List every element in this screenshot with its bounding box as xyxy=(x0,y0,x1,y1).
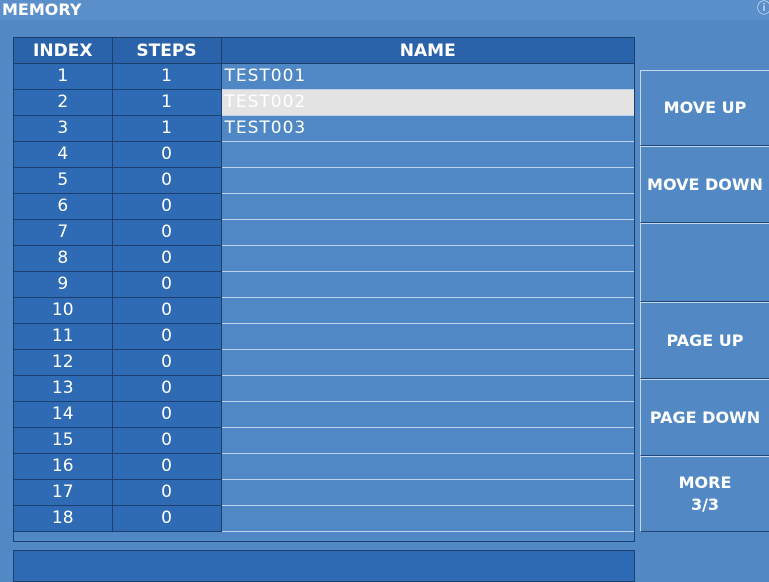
cell-index: 15 xyxy=(14,427,113,454)
info-icon: ⓘ xyxy=(757,1,769,17)
window-title: MEMORY xyxy=(2,0,82,19)
move-down-button[interactable]: MOVE DOWN xyxy=(640,146,769,223)
cell-name xyxy=(221,479,634,506)
cell-steps: 1 xyxy=(112,115,222,142)
cell-index: 16 xyxy=(14,453,113,480)
table-row[interactable]: 18 0 xyxy=(14,505,634,532)
cell-name xyxy=(221,427,634,454)
cell-index: 13 xyxy=(14,375,113,402)
cell-steps: 0 xyxy=(112,505,222,532)
cell-steps: 0 xyxy=(112,375,222,402)
cell-index: 4 xyxy=(14,141,113,168)
table-row[interactable]: 1 1 TEST001 xyxy=(14,63,634,90)
cell-index: 6 xyxy=(14,193,113,220)
cell-index: 12 xyxy=(14,349,113,376)
cell-name xyxy=(221,375,634,402)
cell-name xyxy=(221,297,634,324)
more-page-indicator: 3/3 xyxy=(690,495,720,514)
table-row[interactable]: 90 xyxy=(14,271,634,298)
cell-steps: 0 xyxy=(112,245,222,272)
cell-steps: 0 xyxy=(112,193,222,220)
column-header-index: INDEX xyxy=(14,38,113,64)
page-up-button[interactable]: PAGE UP xyxy=(640,302,769,379)
cell-name: TEST003 xyxy=(221,115,634,142)
move-down-label: MOVE DOWN xyxy=(647,174,763,194)
cell-index: 14 xyxy=(14,401,113,428)
table-row[interactable]: 17 0 xyxy=(14,479,634,506)
cell-index: 7 xyxy=(14,219,113,246)
cell-name xyxy=(221,141,634,168)
column-header-steps: STEPS xyxy=(112,38,222,64)
cell-steps: 1 xyxy=(112,63,222,90)
table-row[interactable]: 11 0 xyxy=(14,323,634,350)
cell-index: 10 xyxy=(14,297,113,324)
cell-steps: 0 xyxy=(112,401,222,428)
cell-name xyxy=(221,245,634,272)
table-row[interactable]: 40 xyxy=(14,141,634,168)
cell-index: 3 xyxy=(14,115,113,142)
cell-steps: 0 xyxy=(112,349,222,376)
table-row[interactable]: 2 1 TEST002 xyxy=(14,89,634,116)
table-row[interactable]: 12 0 xyxy=(14,349,634,376)
cell-steps: 0 xyxy=(112,219,222,246)
cell-name xyxy=(221,323,634,350)
cell-steps: 0 xyxy=(112,141,222,168)
blank-softkey xyxy=(640,223,769,302)
more-button[interactable]: MORE 3/3 xyxy=(640,456,769,532)
move-up-label: MOVE UP xyxy=(663,98,747,117)
memory-table: INDEX STEPS NAME 1 1 TEST001 2 1 TEST002 3 1 TES… xyxy=(13,37,635,542)
cell-name xyxy=(221,219,634,246)
page-down-button[interactable]: PAGE DOWN xyxy=(640,379,769,456)
table-row[interactable]: 80 xyxy=(14,245,634,272)
more-label: MORE xyxy=(678,473,732,492)
cell-index: 11 xyxy=(14,323,113,350)
cell-name: TEST002 xyxy=(221,89,634,116)
cell-index: 1 xyxy=(14,63,113,90)
page-up-label: PAGE UP xyxy=(666,330,744,350)
cell-name xyxy=(221,505,634,532)
cell-steps: 0 xyxy=(112,427,222,454)
cell-index: 8 xyxy=(14,245,113,272)
cell-steps: 0 xyxy=(112,167,222,194)
cell-index: 5 xyxy=(14,167,113,194)
cell-index: 18 xyxy=(14,505,113,532)
cell-name xyxy=(221,271,634,298)
status-bar xyxy=(13,550,635,582)
cell-index: 17 xyxy=(14,479,113,506)
table-header-row: INDEX STEPS NAME xyxy=(14,38,634,64)
cell-name xyxy=(221,167,634,194)
page-down-label: PAGE DOWN xyxy=(649,407,761,427)
cell-name xyxy=(221,401,634,428)
cell-steps: 0 xyxy=(112,479,222,506)
cell-name: TEST001 xyxy=(221,63,634,90)
move-up-button[interactable]: MOVE UP xyxy=(640,70,769,146)
table-row[interactable]: 14 0 xyxy=(14,401,634,428)
table-row[interactable]: 3 1 TEST003 xyxy=(14,115,634,142)
table-row[interactable]: 60 xyxy=(14,193,634,220)
title-bar: MEMORY ⓘ xyxy=(0,0,769,20)
table-row[interactable]: 16 0 xyxy=(14,453,634,480)
cell-index: 2 xyxy=(14,89,113,116)
table-row[interactable]: 10 0 xyxy=(14,297,634,324)
cell-steps: 0 xyxy=(112,271,222,298)
column-header-name: NAME xyxy=(221,38,634,64)
cell-name xyxy=(221,349,634,376)
table-row[interactable]: 13 0 xyxy=(14,375,634,402)
cell-steps: 0 xyxy=(112,323,222,350)
cell-name xyxy=(221,193,634,220)
cell-name xyxy=(221,453,634,480)
cell-index: 9 xyxy=(14,271,113,298)
table-body: 1 1 TEST001 2 1 TEST002 3 1 TEST003 4 0 5 0 6 0 7 0 8 0 9 0 1… xyxy=(14,63,634,532)
cell-steps: 1 xyxy=(112,89,222,116)
table-row[interactable]: 70 xyxy=(14,219,634,246)
table-row[interactable]: 50 xyxy=(14,167,634,194)
cell-steps: 0 xyxy=(112,297,222,324)
table-row[interactable]: 15 0 xyxy=(14,427,634,454)
cell-steps: 0 xyxy=(112,453,222,480)
